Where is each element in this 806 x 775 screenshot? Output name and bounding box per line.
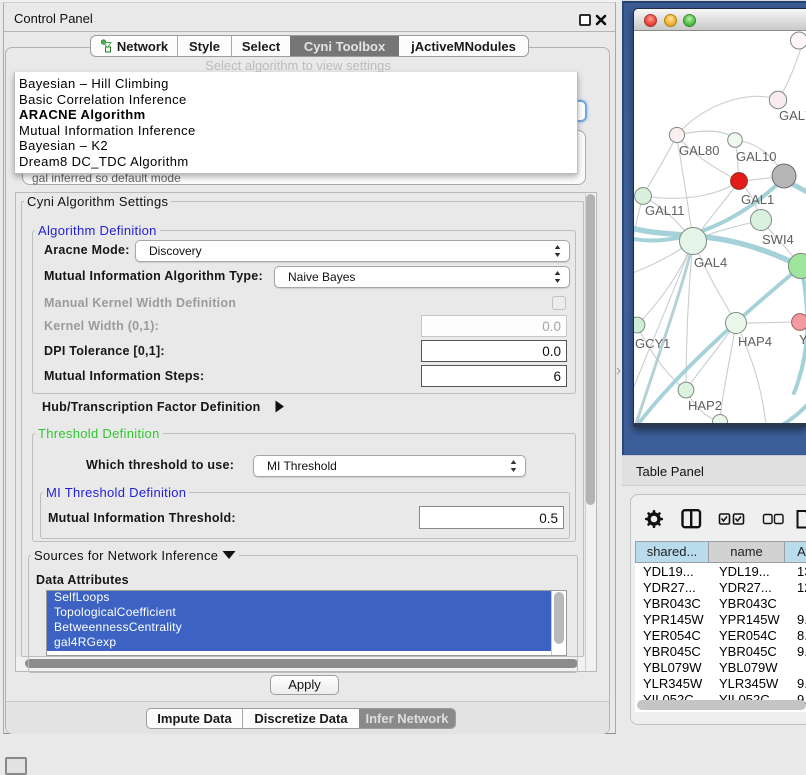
- svg-text:GAL10: GAL10: [736, 149, 776, 164]
- svg-text:SWI4: SWI4: [762, 232, 794, 247]
- svg-text:HAP2: HAP2: [688, 398, 722, 413]
- svg-text:GAL7: GAL7: [779, 108, 806, 123]
- svg-text:Y: Y: [799, 332, 806, 347]
- svg-text:GAL4: GAL4: [694, 255, 727, 270]
- svg-text:GAL11: GAL11: [645, 203, 685, 218]
- svg-text:GAL1: GAL1: [741, 192, 774, 207]
- svg-text:GCY1: GCY1: [635, 336, 670, 351]
- svg-text:HAP4: HAP4: [738, 334, 772, 349]
- svg-text:GAL80: GAL80: [679, 143, 719, 158]
